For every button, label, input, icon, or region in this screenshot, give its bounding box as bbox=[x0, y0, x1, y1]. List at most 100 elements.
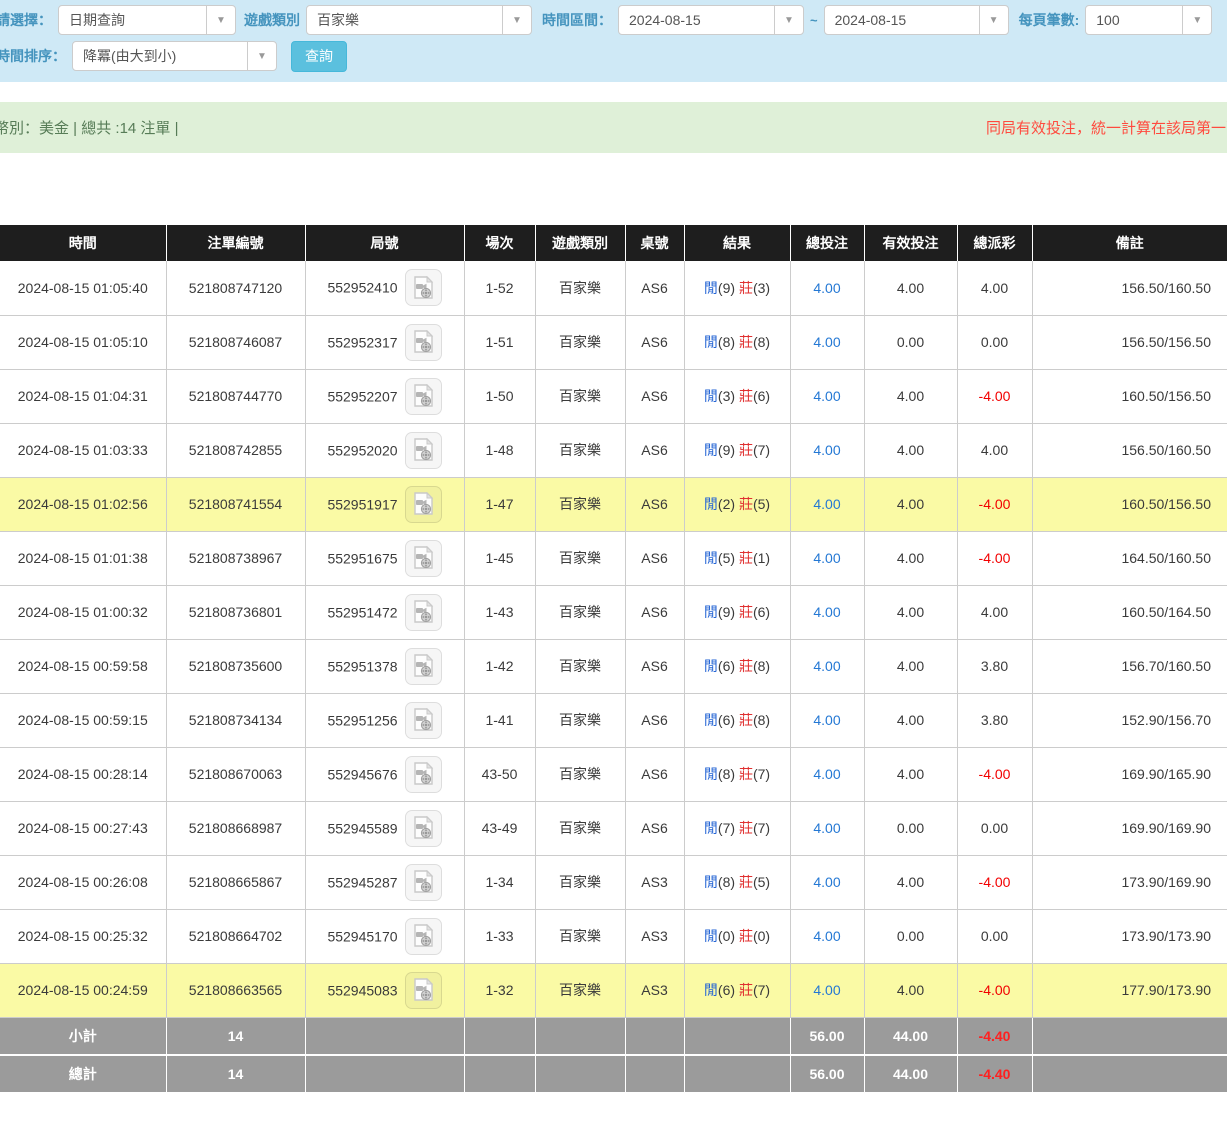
replay-video-button[interactable] bbox=[405, 972, 442, 1009]
cell-session: 1-47 bbox=[464, 477, 535, 531]
cell-valid-bet: 4.00 bbox=[864, 639, 957, 693]
date-to-picker[interactable]: 2024-08-15 ▼ bbox=[824, 5, 1009, 35]
cell-total-bet-link[interactable]: 4.00 bbox=[790, 369, 864, 423]
replay-video-button[interactable] bbox=[405, 378, 442, 415]
sort-dropdown[interactable]: 降冪(由大到小) ▼ bbox=[72, 41, 277, 71]
cell-result: 閒(6) 莊(8) bbox=[684, 639, 790, 693]
table-row: 2024-08-15 00:26:08521808665867552945287… bbox=[0, 855, 1227, 909]
cell-total-bet-link[interactable]: 4.00 bbox=[790, 477, 864, 531]
cell-table-number: AS6 bbox=[625, 639, 684, 693]
replay-video-button[interactable] bbox=[405, 486, 442, 523]
cell-bet-id: 521808664702 bbox=[166, 909, 305, 963]
summary-cell-10 bbox=[1032, 1017, 1227, 1055]
cell-result: 閒(9) 莊(6) bbox=[684, 585, 790, 639]
query-type-value: 日期查詢 bbox=[59, 6, 206, 34]
cell-payout: -4.00 bbox=[957, 477, 1032, 531]
cell-bet-id: 521808738967 bbox=[166, 531, 305, 585]
replay-video-button[interactable] bbox=[405, 918, 442, 955]
banker-label: 莊 bbox=[739, 334, 753, 350]
cell-total-bet-link[interactable]: 4.00 bbox=[790, 801, 864, 855]
header-cell-7: 總投注 bbox=[790, 225, 864, 261]
cell-table-number: AS3 bbox=[625, 855, 684, 909]
summary-cell-4 bbox=[535, 1055, 625, 1093]
replay-video-button[interactable] bbox=[405, 756, 442, 793]
replay-video-button[interactable] bbox=[405, 540, 442, 577]
cell-table-number: AS6 bbox=[625, 477, 684, 531]
cell-valid-bet: 0.00 bbox=[864, 909, 957, 963]
round-number: 552945287 bbox=[327, 874, 397, 890]
table-row: 2024-08-15 01:04:31521808744770552952207… bbox=[0, 369, 1227, 423]
cell-total-bet-link[interactable]: 4.00 bbox=[790, 423, 864, 477]
player-label: 閒 bbox=[704, 820, 718, 836]
cell-note: 169.90/165.90 bbox=[1032, 747, 1227, 801]
cell-time: 2024-08-15 00:28:14 bbox=[0, 747, 166, 801]
replay-video-button[interactable] bbox=[405, 702, 442, 739]
cell-bet-id: 521808663565 bbox=[166, 963, 305, 1017]
cell-note: 152.90/156.70 bbox=[1032, 693, 1227, 747]
banker-label: 莊 bbox=[739, 982, 753, 998]
query-type-dropdown[interactable]: 日期查詢 ▼ bbox=[58, 5, 236, 35]
page-size-dropdown[interactable]: 100 ▼ bbox=[1085, 5, 1212, 35]
cell-table-number: AS6 bbox=[625, 369, 684, 423]
cell-total-bet-link[interactable]: 4.00 bbox=[790, 909, 864, 963]
replay-video-button[interactable] bbox=[405, 648, 442, 685]
chevron-down-icon: ▼ bbox=[979, 6, 1008, 34]
player-label: 閒 bbox=[704, 280, 718, 296]
video-file-icon bbox=[413, 492, 434, 516]
summary-cell-7: 56.00 bbox=[790, 1055, 864, 1093]
cell-game-type: 百家樂 bbox=[535, 693, 625, 747]
cell-total-bet-link[interactable]: 4.00 bbox=[790, 531, 864, 585]
cell-note: 156.70/160.50 bbox=[1032, 639, 1227, 693]
replay-video-button[interactable] bbox=[405, 864, 442, 901]
replay-video-button[interactable] bbox=[405, 269, 442, 306]
banker-label: 莊 bbox=[739, 928, 753, 944]
cell-total-bet-link[interactable]: 4.00 bbox=[790, 639, 864, 693]
summary-cell-1: 14 bbox=[166, 1055, 305, 1093]
cell-total-bet-link[interactable]: 4.00 bbox=[790, 855, 864, 909]
cell-valid-bet: 4.00 bbox=[864, 423, 957, 477]
summary-note: 同局有效投注，統一計算在該局第一張 bbox=[986, 117, 1227, 138]
video-file-icon bbox=[413, 708, 434, 732]
cell-bet-id: 521808670063 bbox=[166, 747, 305, 801]
banker-label: 莊 bbox=[739, 874, 753, 890]
cell-table-number: AS6 bbox=[625, 531, 684, 585]
cell-note: 156.50/160.50 bbox=[1032, 261, 1227, 315]
cell-note: 160.50/164.50 bbox=[1032, 585, 1227, 639]
round-number: 552952317 bbox=[327, 334, 397, 350]
date-to-value: 2024-08-15 bbox=[825, 6, 979, 34]
table-header: 時間注單編號局號場次遊戲類別桌號結果總投注有效投注總派彩備註 bbox=[0, 225, 1227, 261]
cell-payout: 3.80 bbox=[957, 639, 1032, 693]
cell-time: 2024-08-15 00:25:32 bbox=[0, 909, 166, 963]
cell-total-bet-link[interactable]: 4.00 bbox=[790, 261, 864, 315]
banker-label: 莊 bbox=[739, 658, 753, 674]
header-cell-8: 有效投注 bbox=[864, 225, 957, 261]
cell-time: 2024-08-15 01:04:31 bbox=[0, 369, 166, 423]
replay-video-button[interactable] bbox=[405, 594, 442, 631]
cell-round: 552951378 bbox=[305, 639, 464, 693]
game-type-dropdown[interactable]: 百家樂 ▼ bbox=[306, 5, 532, 35]
cell-total-bet-link[interactable]: 4.00 bbox=[790, 693, 864, 747]
replay-video-button[interactable] bbox=[405, 432, 442, 469]
search-button[interactable]: 查詢 bbox=[291, 41, 347, 72]
sort-value: 降冪(由大到小) bbox=[73, 42, 247, 70]
cell-total-bet-link[interactable]: 4.00 bbox=[790, 963, 864, 1017]
replay-video-button[interactable] bbox=[405, 810, 442, 847]
replay-video-button[interactable] bbox=[405, 324, 442, 361]
banker-label: 莊 bbox=[739, 496, 753, 512]
table-row: 2024-08-15 00:27:43521808668987552945589… bbox=[0, 801, 1227, 855]
cell-time: 2024-08-15 01:05:40 bbox=[0, 261, 166, 315]
chevron-down-icon: ▼ bbox=[774, 6, 803, 34]
cell-time: 2024-08-15 00:24:59 bbox=[0, 963, 166, 1017]
cell-session: 1-32 bbox=[464, 963, 535, 1017]
cell-total-bet-link[interactable]: 4.00 bbox=[790, 315, 864, 369]
cell-total-bet-link[interactable]: 4.00 bbox=[790, 585, 864, 639]
player-label: 閒 bbox=[704, 874, 718, 890]
cell-round: 552951917 bbox=[305, 477, 464, 531]
chevron-down-icon: ▼ bbox=[502, 6, 531, 34]
cell-payout: -4.00 bbox=[957, 963, 1032, 1017]
cell-total-bet-link[interactable]: 4.00 bbox=[790, 747, 864, 801]
cell-bet-id: 521808744770 bbox=[166, 369, 305, 423]
cell-payout: 3.80 bbox=[957, 693, 1032, 747]
date-from-picker[interactable]: 2024-08-15 ▼ bbox=[618, 5, 804, 35]
cell-result: 閒(2) 莊(5) bbox=[684, 477, 790, 531]
